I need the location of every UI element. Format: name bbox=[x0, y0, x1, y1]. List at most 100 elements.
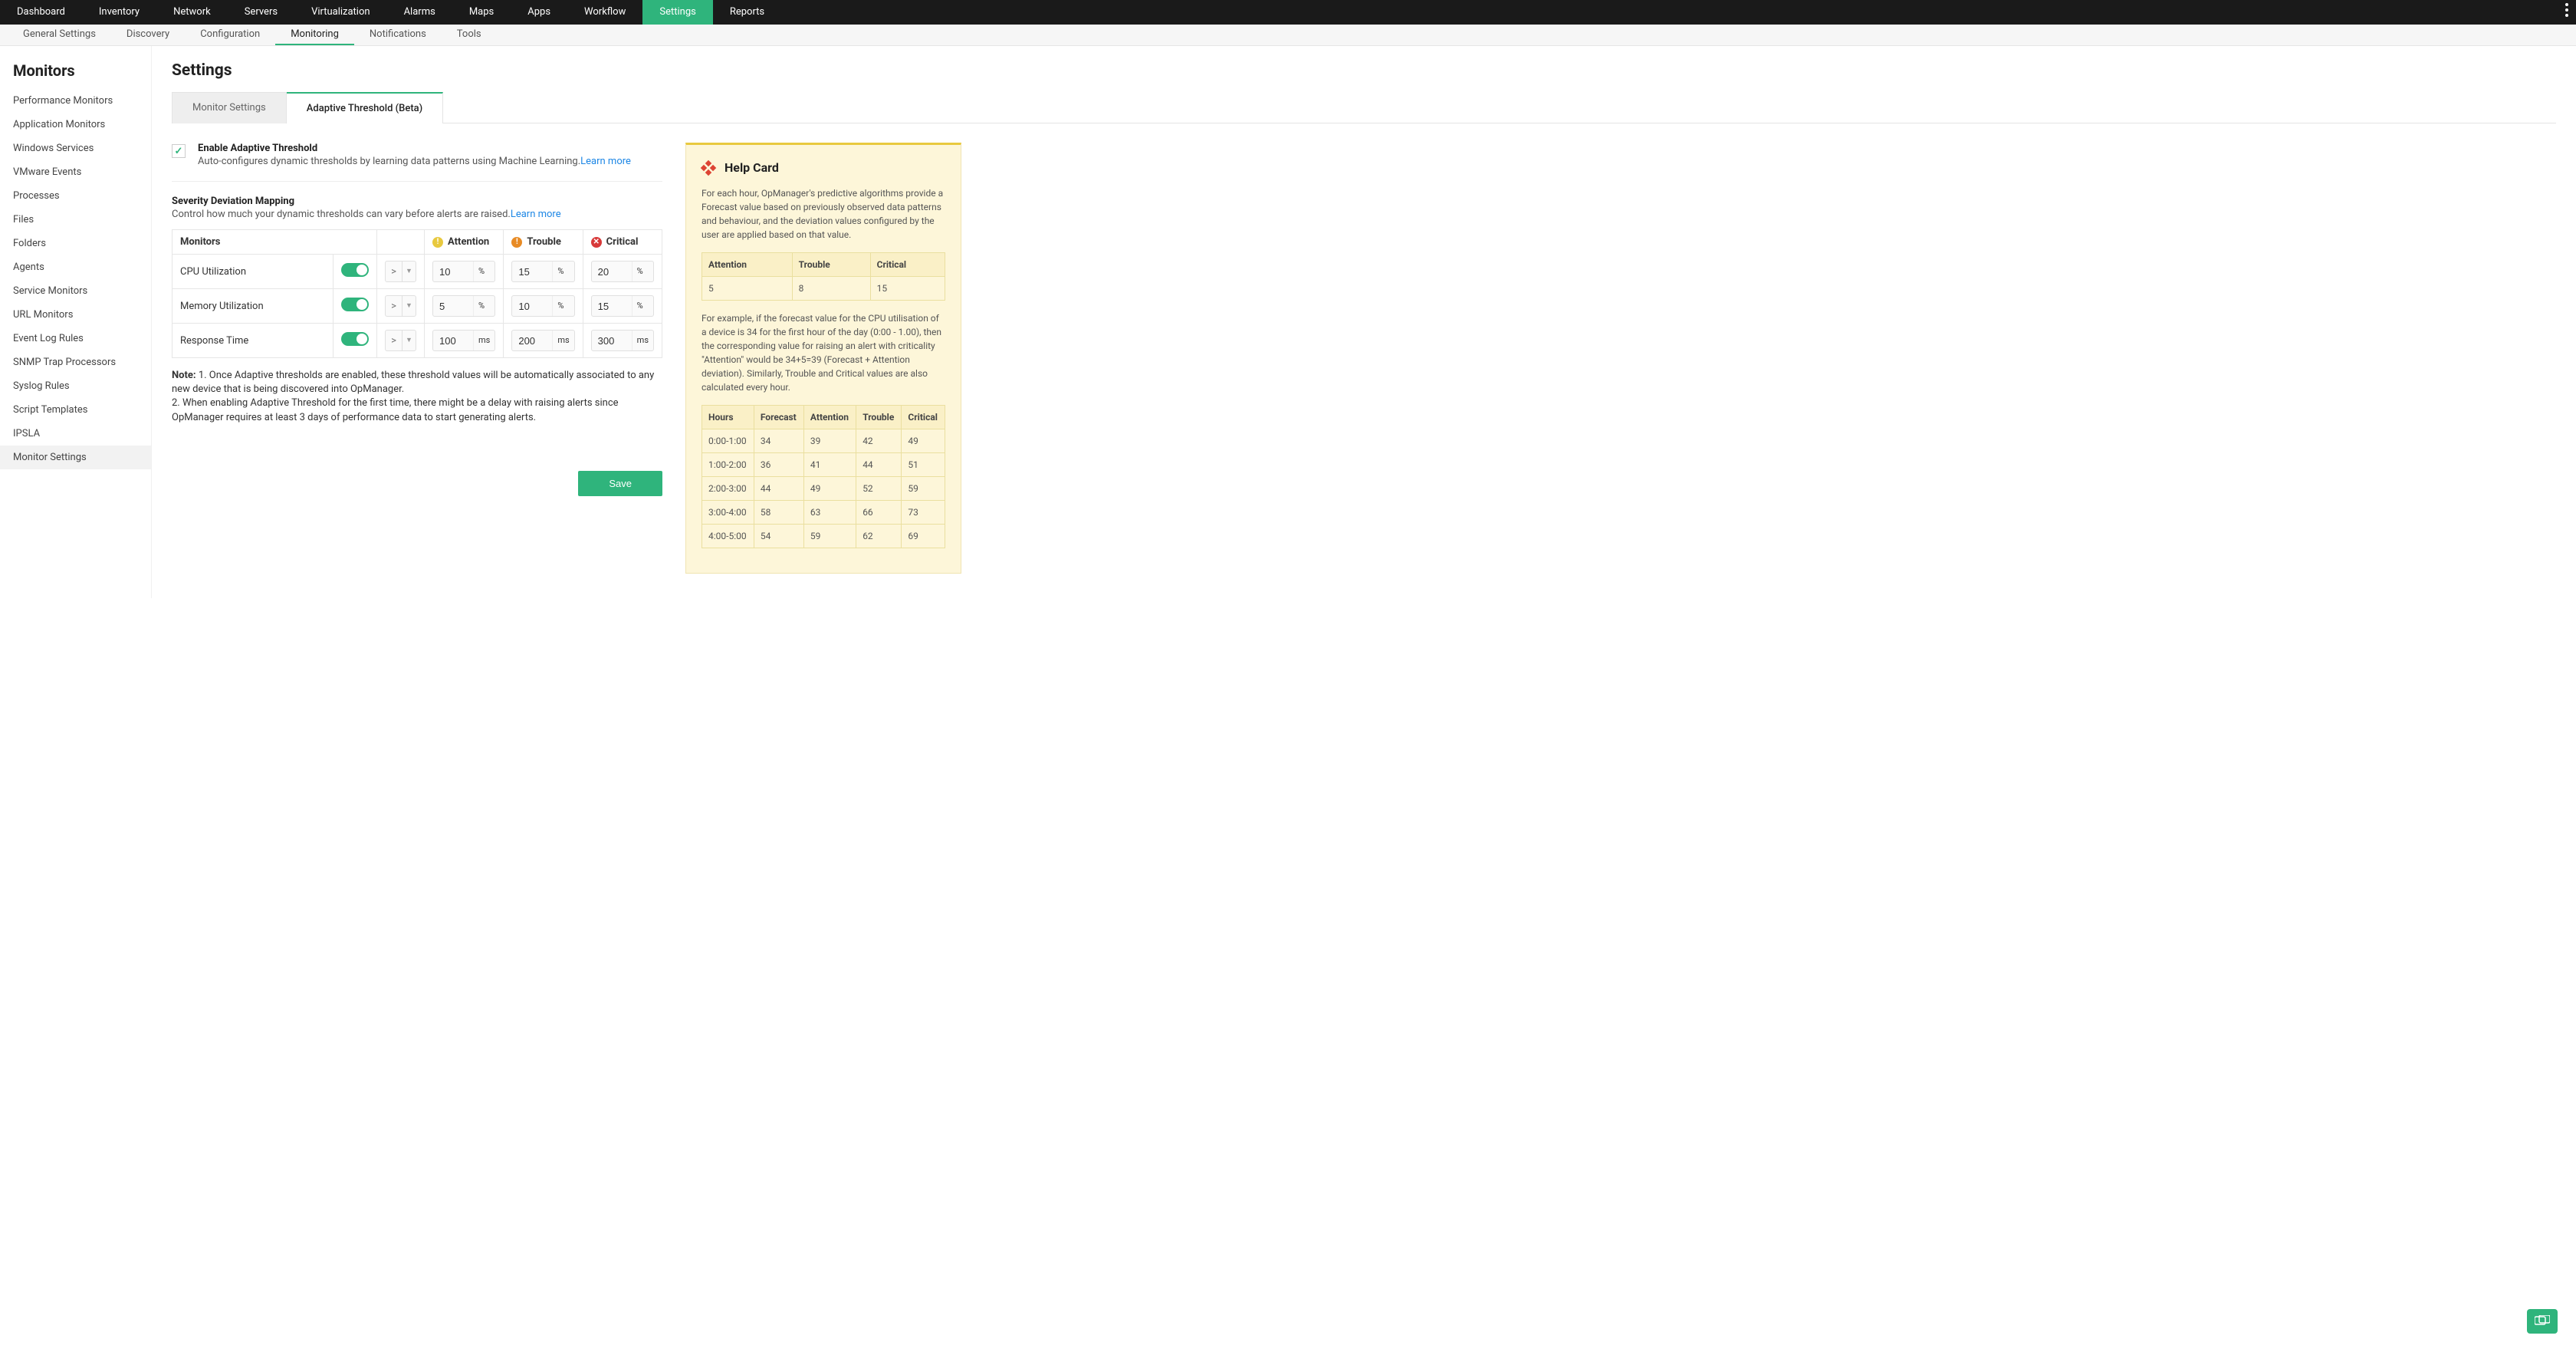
subnav-item[interactable]: Tools bbox=[442, 25, 497, 45]
sidebar-item[interactable]: IPSLA bbox=[0, 422, 151, 446]
sidebar-item[interactable]: Script Templates bbox=[0, 398, 151, 422]
th-operator bbox=[377, 230, 425, 255]
content-tab[interactable]: Adaptive Threshold (Beta) bbox=[287, 92, 443, 123]
enable-adaptive-desc: Auto-configures dynamic thresholds by le… bbox=[198, 156, 631, 167]
enable-adaptive-checkbox[interactable]: ✓ bbox=[172, 144, 186, 158]
topnav-item[interactable]: Alarms bbox=[387, 0, 452, 25]
sidebar-item[interactable]: Performance Monitors bbox=[0, 89, 151, 113]
topnav-item[interactable]: Servers bbox=[228, 0, 294, 25]
subnav-item[interactable]: General Settings bbox=[8, 25, 111, 45]
monitor-toggle[interactable] bbox=[341, 332, 369, 346]
hours-row: 2:00-3:0044495259 bbox=[702, 477, 945, 501]
topnav-item[interactable]: Maps bbox=[452, 0, 511, 25]
monitor-name: CPU Utilization bbox=[172, 255, 334, 289]
th-monitors: Monitors bbox=[172, 230, 377, 255]
attention-input[interactable] bbox=[433, 335, 473, 347]
help-para2: For example, if the forecast value for t… bbox=[702, 311, 945, 394]
unit-label: ms bbox=[473, 331, 495, 350]
topnav-item[interactable]: Workflow bbox=[567, 0, 642, 25]
topnav-item[interactable]: Network bbox=[156, 0, 228, 25]
enable-adaptive-title: Enable Adaptive Threshold bbox=[198, 143, 631, 154]
sidebar-item[interactable]: Windows Services bbox=[0, 137, 151, 160]
unit-label: % bbox=[632, 296, 648, 316]
content: Settings Monitor SettingsAdaptive Thresh… bbox=[152, 46, 2576, 598]
subnav-item[interactable]: Configuration bbox=[185, 25, 275, 45]
sidebar-item[interactable]: Files bbox=[0, 208, 151, 232]
critical-input[interactable] bbox=[592, 301, 632, 312]
monitor-toggle[interactable] bbox=[341, 263, 369, 277]
monitor-row: CPU Utilization>▼%%% bbox=[172, 255, 662, 289]
sub-nav: General SettingsDiscoveryConfigurationMo… bbox=[0, 25, 2576, 46]
operator-dropdown[interactable]: >▼ bbox=[385, 295, 416, 317]
enable-learn-more-link[interactable]: Learn more bbox=[580, 156, 631, 167]
hours-row: 1:00-2:0036414451 bbox=[702, 453, 945, 477]
sidebar-item[interactable]: Monitor Settings bbox=[0, 446, 151, 469]
topnav-item[interactable]: Settings bbox=[642, 0, 712, 25]
subnav-item[interactable]: Notifications bbox=[354, 25, 442, 45]
unit-label: ms bbox=[632, 331, 653, 350]
help-hours-table: Hours Forecast Attention Trouble Critica… bbox=[702, 405, 945, 548]
topnav-item[interactable]: Dashboard bbox=[0, 0, 82, 25]
unit-label: % bbox=[552, 296, 568, 316]
chevron-down-icon: ▼ bbox=[402, 262, 416, 281]
sidebar-item[interactable]: Event Log Rules bbox=[0, 327, 151, 350]
th-critical: ✕Critical bbox=[583, 230, 662, 255]
chevron-down-icon: ▼ bbox=[402, 331, 416, 350]
sidebar-title: Monitors bbox=[0, 46, 151, 89]
sidebar-item[interactable]: Folders bbox=[0, 232, 151, 255]
operator-dropdown[interactable]: >▼ bbox=[385, 330, 416, 351]
th-trouble: !Trouble bbox=[504, 230, 583, 255]
unit-label: % bbox=[473, 296, 489, 316]
help-para1: For each hour, OpManager's predictive al… bbox=[702, 186, 945, 242]
sidebar-item[interactable]: Agents bbox=[0, 255, 151, 279]
sidebar-item[interactable]: VMware Events bbox=[0, 160, 151, 184]
monitor-name: Response Time bbox=[172, 324, 334, 358]
topnav-item[interactable]: Inventory bbox=[82, 0, 156, 25]
topnav-item[interactable]: Virtualization bbox=[294, 0, 387, 25]
sidebar-item[interactable]: Syslog Rules bbox=[0, 374, 151, 398]
attention-input[interactable] bbox=[433, 301, 473, 312]
topnav-item[interactable]: Apps bbox=[511, 0, 567, 25]
help-sev-table: Attention Trouble Critical 5 8 15 bbox=[702, 252, 945, 301]
severity-desc: Control how much your dynamic thresholds… bbox=[172, 209, 662, 220]
sidebar-item[interactable]: URL Monitors bbox=[0, 303, 151, 327]
sidebar-item[interactable]: Application Monitors bbox=[0, 113, 151, 137]
attention-icon: ! bbox=[432, 237, 443, 248]
trouble-icon: ! bbox=[511, 237, 522, 248]
lifebuoy-icon bbox=[702, 161, 715, 175]
hours-row: 3:00-4:0058636673 bbox=[702, 501, 945, 525]
severity-learn-more-link[interactable]: Learn more bbox=[511, 209, 561, 220]
subnav-item[interactable]: Monitoring bbox=[275, 25, 354, 45]
sidebar-item[interactable]: SNMP Trap Processors bbox=[0, 350, 151, 374]
trouble-input[interactable] bbox=[512, 335, 552, 347]
note-block: Note: 1. Once Adaptive thresholds are en… bbox=[172, 369, 662, 425]
trouble-input[interactable] bbox=[512, 301, 552, 312]
attention-input[interactable] bbox=[433, 266, 473, 278]
enable-adaptive-row: ✓ Enable Adaptive Threshold Auto-configu… bbox=[172, 143, 662, 182]
subnav-item[interactable]: Discovery bbox=[111, 25, 185, 45]
topnav-item[interactable]: Reports bbox=[713, 0, 781, 25]
kebab-menu-icon[interactable] bbox=[2565, 3, 2568, 17]
monitor-name: Memory Utilization bbox=[172, 289, 334, 324]
save-button[interactable]: Save bbox=[578, 471, 662, 496]
unit-label: % bbox=[552, 262, 568, 281]
sidebar-item[interactable]: Processes bbox=[0, 184, 151, 208]
unit-label: ms bbox=[552, 331, 573, 350]
trouble-input[interactable] bbox=[512, 266, 552, 278]
critical-input[interactable] bbox=[592, 335, 632, 347]
help-card-title: Help Card bbox=[724, 159, 779, 177]
monitor-toggle[interactable] bbox=[341, 298, 369, 311]
top-nav: DashboardInventoryNetworkServersVirtuali… bbox=[0, 0, 2576, 25]
content-tabs: Monitor SettingsAdaptive Threshold (Beta… bbox=[172, 91, 2556, 123]
sidebar-item[interactable]: Service Monitors bbox=[0, 279, 151, 303]
operator-dropdown[interactable]: >▼ bbox=[385, 261, 416, 282]
monitor-row: Memory Utilization >▼%%% bbox=[172, 289, 662, 324]
chat-fab[interactable] bbox=[2527, 1309, 2558, 1334]
severity-title: Severity Deviation Mapping bbox=[172, 196, 662, 207]
help-card: Help Card For each hour, OpManager's pre… bbox=[685, 143, 961, 574]
chevron-down-icon: ▼ bbox=[402, 296, 416, 316]
monitor-row: Response Time >▼ ms ms ms bbox=[172, 324, 662, 358]
content-tab[interactable]: Monitor Settings bbox=[172, 92, 287, 123]
critical-input[interactable] bbox=[592, 266, 632, 278]
unit-label: % bbox=[632, 262, 648, 281]
